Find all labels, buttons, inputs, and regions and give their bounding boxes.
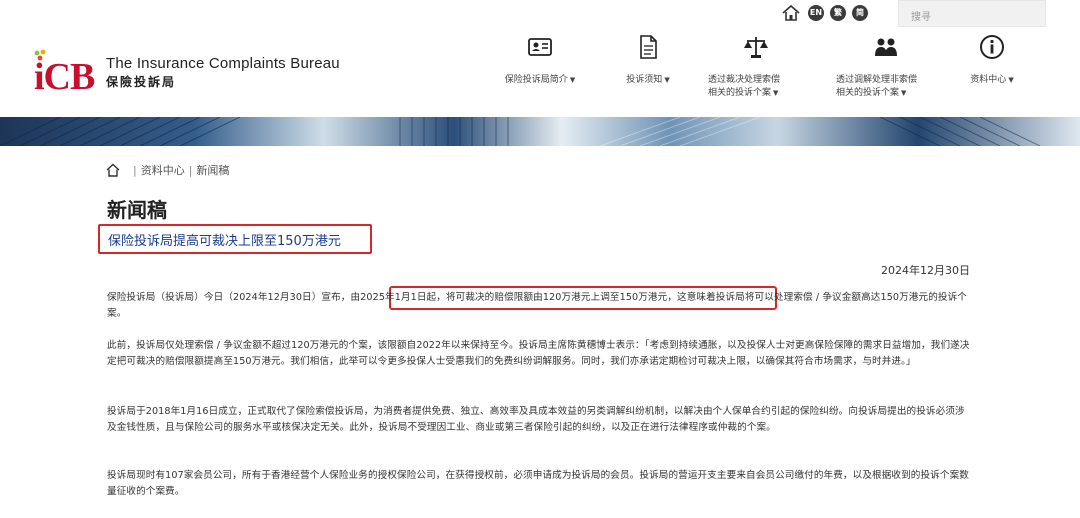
nav-label: 透过调解处理非索偿: [836, 75, 918, 85]
language-tc-button[interactable]: 繁: [830, 5, 846, 21]
nav-label: 投诉须知: [626, 75, 663, 85]
chevron-down-icon: ▼: [664, 76, 670, 84]
logo-name-en: The Insurance Complaints Bureau: [106, 54, 340, 72]
language-sc-button[interactable]: 简: [852, 5, 868, 21]
nav-label: 透过裁决处理索偿: [708, 75, 781, 85]
nav-item-adjudication[interactable]: 透过裁决处理索偿 相关的投诉个案 ▼: [708, 34, 804, 100]
nav-label: 资料中心: [970, 75, 1007, 85]
building-pattern: [0, 117, 1041, 146]
article-paragraph: 此前，投诉局仅处理索偿 / 争议金额不超过120万港元的个案，该限额自2022年…: [107, 340, 970, 367]
breadcrumb-item-resources[interactable]: 资料中心: [141, 162, 185, 178]
nav-label: 保险投诉局简介: [504, 75, 568, 85]
article-paragraph: 投诉局现时有107家会员公司，所有于香港经营个人保险业务的授权保险公司，在获得授…: [107, 470, 969, 497]
paragraph-text: 保险投诉局（投诉局）今日（2024年12月30日）宣布，: [107, 292, 351, 303]
nav-label: 相关的投诉个案: [836, 88, 900, 98]
page-title: 新闻稿: [107, 198, 167, 222]
chevron-down-icon: ▼: [773, 89, 779, 97]
home-icon[interactable]: [780, 2, 802, 24]
header-banner: [0, 117, 1080, 146]
breadcrumb-separator: |: [188, 163, 193, 177]
breadcrumb-separator: |: [133, 163, 137, 177]
document-icon: [640, 35, 657, 59]
logo-mark-text: iCB: [34, 56, 95, 98]
search-input[interactable]: 搜寻: [898, 0, 1046, 27]
article-paragraph: 保险投诉局（投诉局）今日（2024年12月30日）宣布，由2025年1月1日起，…: [107, 290, 973, 321]
info-icon: [980, 35, 1004, 59]
scales-icon: [744, 37, 768, 58]
logo-name-zh: 保險投訴局: [106, 74, 177, 89]
article-headline: 保险投诉局提高可裁决上限至150万港元: [108, 234, 341, 249]
breadcrumb: | 资料中心 | 新闻稿: [105, 162, 229, 178]
nav-item-complaint-guide[interactable]: 投诉须知 ▼: [618, 34, 678, 87]
utility-bar: EN 繁 简: [780, 2, 868, 24]
logo[interactable]: iCB The Insurance Complaints Bureau 保險投訴…: [32, 48, 340, 98]
nav-item-mediation[interactable]: 透过调解处理非索偿 相关的投诉个案 ▼: [836, 34, 936, 100]
nav-item-about[interactable]: 保险投诉局简介 ▼: [497, 34, 583, 87]
people-icon: [875, 38, 897, 56]
logo-mark: iCB: [32, 49, 102, 98]
id-card-icon: [528, 38, 552, 56]
chevron-down-icon: ▼: [901, 89, 907, 97]
chevron-down-icon: ▼: [1008, 76, 1014, 84]
home-icon[interactable]: [105, 162, 121, 178]
nav-label: 相关的投诉个案: [708, 88, 772, 98]
nav-item-resources[interactable]: 资料中心 ▼: [962, 34, 1022, 87]
article-date: 2024年12月30日: [881, 264, 970, 277]
chevron-down-icon: ▼: [569, 76, 576, 84]
language-en-button[interactable]: EN: [808, 5, 824, 21]
article-paragraph: 投诉局于2018年1月16日成立，正式取代了保险索偿投诉局，为消费者提供免费、独…: [107, 406, 965, 433]
highlighted-text: 由2025年1月1日起，将可裁决的赔偿限额由120万港元上调至150万港元，: [350, 292, 677, 303]
breadcrumb-item-press-release[interactable]: 新闻稿: [196, 162, 229, 178]
